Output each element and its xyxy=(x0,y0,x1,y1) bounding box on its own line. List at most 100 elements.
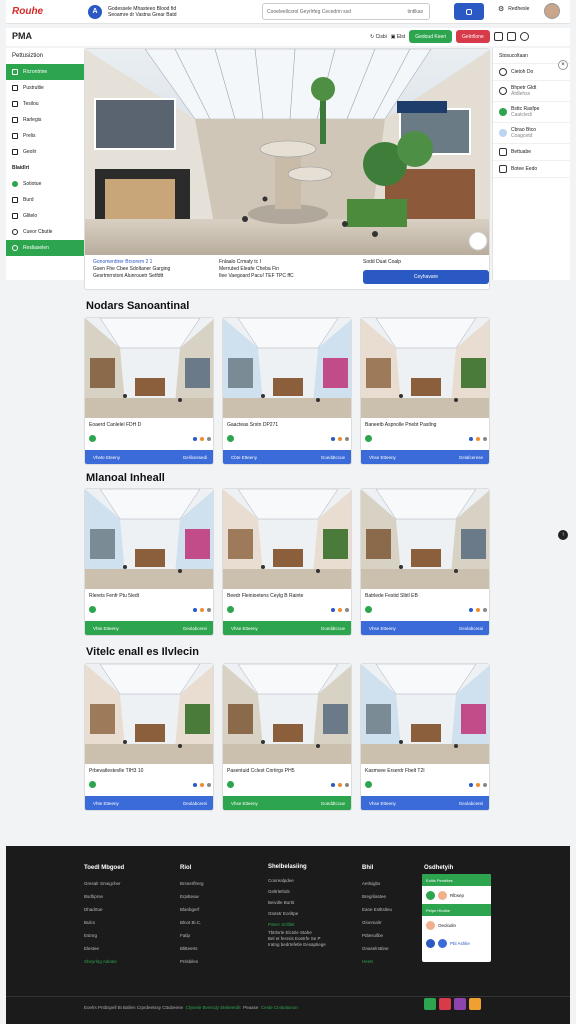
list-icon[interactable] xyxy=(506,32,516,41)
widget-row-2[interactable]: Oeolodin xyxy=(422,916,491,934)
sidebar-item-5[interactable]: Geolir xyxy=(6,144,84,160)
card-button-right: Geolabcerei xyxy=(182,625,207,631)
card-button[interactable]: Cbte Etteeny Goeddtccue xyxy=(223,450,351,464)
more-icon[interactable] xyxy=(483,436,487,441)
sidebar-item-4[interactable]: Prelis xyxy=(6,128,84,144)
product-card[interactable]: Rlerets Fenfr Ptu 5ledt Vhte Etteeny Geola… xyxy=(84,488,214,636)
folder-icon xyxy=(12,85,18,91)
rss-icon[interactable] xyxy=(469,998,481,1010)
product-card[interactable]: Beedr Fleinioetens Ceylg B Rainte Vhse Et… xyxy=(222,488,352,636)
header-action-2[interactable]: ▣ Elst xyxy=(391,34,405,40)
menu-icon[interactable] xyxy=(519,32,529,41)
settings-icon[interactable]: ⚙ xyxy=(498,5,504,13)
card-button[interactable]: Vhte Etteeny Geolabcerei xyxy=(85,621,213,635)
sidebar-item-3[interactable]: Rarlegis xyxy=(6,112,84,128)
scroll-icon[interactable]: ↑ xyxy=(558,530,568,540)
grid-icon[interactable] xyxy=(493,32,503,41)
sidebar-item-9[interactable]: Glitelo xyxy=(6,208,84,224)
widget-row-3[interactable]: Pbl Ashlie xyxy=(422,934,491,952)
search-button[interactable] xyxy=(454,3,484,20)
brand-badge[interactable]: A xyxy=(88,4,102,19)
share-icon[interactable] xyxy=(331,782,335,787)
widget-row-1[interactable]: Rlbsep xyxy=(422,886,491,904)
verified-icon xyxy=(227,435,234,442)
sidebar-item-7[interactable]: Sotiotue xyxy=(6,176,84,192)
card-image xyxy=(361,318,489,418)
product-card[interactable]: Prbevatlestevlle TIH3 10 Vhte Etteeny Geol… xyxy=(84,663,214,811)
more-icon[interactable] xyxy=(207,782,211,787)
header-action-4[interactable]: Gelrrllone xyxy=(456,30,490,43)
rating-icon xyxy=(200,607,204,612)
share-icon[interactable] xyxy=(469,607,473,612)
card-image xyxy=(361,664,489,764)
product-card[interactable]: Gaacteas Srstn DP271 Cbte Etteeny Goeddtcc… xyxy=(222,317,352,465)
card-meta xyxy=(365,781,487,788)
right-panel-item-4[interactable]: Bettuabe xyxy=(493,144,570,161)
close-icon[interactable]: × xyxy=(558,60,568,70)
sidebar-item-2[interactable]: Tesilou xyxy=(6,96,84,112)
youtube-icon[interactable] xyxy=(439,998,451,1010)
right-panel-item-2[interactable]: Bsttc Rasfpe Caatcledi xyxy=(493,102,570,123)
product-card[interactable]: Eoaerd Canlelel FDH D Vhete Eteeny Gelilce… xyxy=(84,317,214,465)
social-links xyxy=(424,998,481,1010)
hero-card[interactable]: Gonomenttrer Brsorem 2 1 Gsen Fhe Cbee S… xyxy=(84,48,490,290)
hero-image xyxy=(85,49,489,255)
sidebar-item-0[interactable]: Ricrontrine xyxy=(6,64,84,80)
right-panel-item-3[interactable]: Cbrao Btco Coagcetd xyxy=(493,123,570,144)
card-meta xyxy=(227,606,349,613)
more-icon[interactable] xyxy=(345,436,349,441)
user-label[interactable]: Redhesle xyxy=(508,6,529,12)
card-button[interactable]: Vhse Etteeny Geolabcerai xyxy=(361,621,489,635)
chart-icon xyxy=(12,149,18,155)
card-button[interactable]: Vhete Eteeny Gelilcessedi xyxy=(85,450,213,464)
card-title: Rlerets Fenfr Ptu 5ledt xyxy=(89,593,140,599)
rating-icon xyxy=(476,607,480,612)
card-button-label: Vhte Etteeny xyxy=(93,800,119,806)
card-button[interactable]: Vhse Etteeny Geolabcerei xyxy=(361,796,489,810)
share-icon[interactable] xyxy=(469,436,473,441)
more-icon[interactable] xyxy=(207,607,211,612)
card-meta xyxy=(365,435,487,442)
share-icon[interactable] xyxy=(193,782,197,787)
app-logo[interactable]: Rouhe xyxy=(12,6,74,17)
rating-icon xyxy=(338,607,342,612)
avatar[interactable] xyxy=(544,3,560,19)
right-panel-item-1[interactable]: Bhpetr Gldt Atdlehss xyxy=(493,81,570,102)
hero-button[interactable]: Ceyhavare xyxy=(363,270,489,284)
whatsapp-icon[interactable] xyxy=(424,998,436,1010)
right-panel-item-5[interactable]: Botee Eedo xyxy=(493,161,570,178)
card-image xyxy=(361,489,489,589)
share-icon[interactable] xyxy=(193,607,197,612)
card-meta xyxy=(89,781,211,788)
sidebar-item-11[interactable]: Resliaselen xyxy=(6,240,84,256)
more-icon[interactable] xyxy=(345,782,349,787)
sidebar-item-10[interactable]: Cueor Cbutle xyxy=(6,224,84,240)
search-input[interactable]: Cooeleellcsrol Geyrlrfeg Cecedrin ssd ti… xyxy=(262,3,430,20)
header-action-3[interactable]: Gedoud Keeri xyxy=(409,30,453,43)
more-icon[interactable] xyxy=(207,436,211,441)
product-card[interactable]: Batrlede Festid Slbtl EB Vhse Etteeny Geol… xyxy=(360,488,490,636)
footer-col-0: Toedl Mbgoed Gresalr Srsegcher Bsdhprse Dh… xyxy=(84,865,125,964)
card-button[interactable]: Vhse Etteeny Gelafcerese xyxy=(361,450,489,464)
check-icon xyxy=(12,245,18,251)
instagram-icon[interactable] xyxy=(454,998,466,1010)
sidebar-item-1[interactable]: Pustrultie xyxy=(6,80,84,96)
card-button[interactable]: Vhte Etteeny Geolabcerei xyxy=(85,796,213,810)
card-button[interactable]: Vhse Etteeny Goeddtccue xyxy=(223,796,351,810)
header-action-1[interactable]: ↻ Cisbi xyxy=(370,34,387,40)
share-icon[interactable] xyxy=(331,436,335,441)
card-button[interactable]: Vhse Etteeny Goeddtccue xyxy=(223,621,351,635)
product-card[interactable]: Kasmvee Erserdr Fbelt T2I Vhse Etteeny Geo… xyxy=(360,663,490,811)
footer-col-1: Riol Brsnerflrerg Erpitteuw Blanbgerf Blnot… xyxy=(180,865,204,964)
product-card[interactable]: Baneetb Aspnolle Pnebt Pastlng Vhse Ettee… xyxy=(360,317,490,465)
more-icon[interactable] xyxy=(345,607,349,612)
sidebar-item-8[interactable]: Burd xyxy=(6,192,84,208)
more-icon[interactable] xyxy=(483,607,487,612)
footer-widget: Eoltls Pendttes Rlbsep Pelpe Hbolbe Oeol… xyxy=(422,874,491,962)
share-icon[interactable] xyxy=(469,782,473,787)
share-icon[interactable] xyxy=(193,436,197,441)
share-icon[interactable] xyxy=(331,607,335,612)
more-icon[interactable] xyxy=(483,782,487,787)
product-card[interactable]: Pasentuid Cclest Cnrtirgs PH5 Vhse Etteen… xyxy=(222,663,352,811)
top-right-actions: ⚙ Redhesle xyxy=(498,5,529,13)
